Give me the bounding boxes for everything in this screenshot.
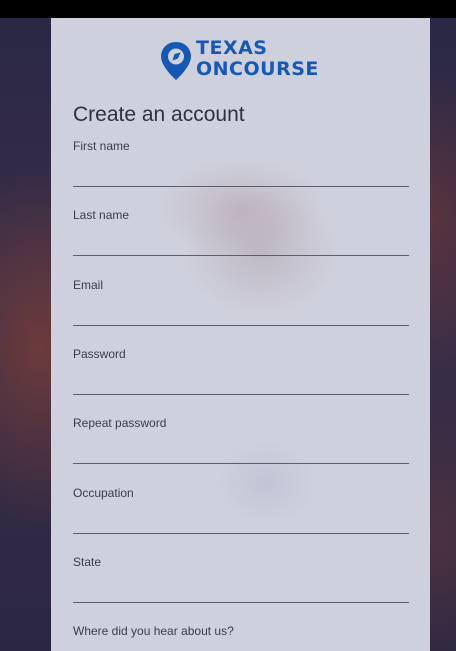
repeat-password-input[interactable] [73,434,409,464]
referral-source-field: Where did you hear about us? [73,624,409,651]
logo-line-1: TEXAS [196,37,268,59]
referral-source-input[interactable] [73,642,409,651]
password-label: Password [73,347,126,361]
location-pin-icon [161,42,191,80]
state-input[interactable] [73,573,409,603]
first-name-input[interactable] [73,157,409,187]
top-bar [0,0,456,18]
occupation-label: Occupation [73,486,134,500]
page-title: Create an account [73,103,245,126]
last-name-label: Last name [73,208,130,222]
logo-line-2: ONCOURSE [196,58,319,80]
referral-source-label: Where did you hear about us? [73,624,234,638]
email-field: Email [73,278,409,330]
repeat-password-field: Repeat password [73,416,409,468]
first-name-field: First name [73,139,409,191]
texas-oncourse-logo: TEXAS ONCOURSE [159,37,329,87]
password-field: Password [73,347,409,399]
occupation-input[interactable] [73,504,409,534]
email-input[interactable] [73,296,409,326]
state-field: State [73,555,409,607]
first-name-label: First name [73,139,130,153]
password-input[interactable] [73,365,409,395]
repeat-password-label: Repeat password [73,416,167,430]
state-label: State [73,555,102,569]
app-screen: TEXAS ONCOURSE Create an account First n… [0,0,456,651]
email-label: Email [73,278,104,292]
occupation-field: Occupation [73,486,409,538]
last-name-field: Last name [73,208,409,260]
last-name-input[interactable] [73,226,409,256]
signup-card: TEXAS ONCOURSE Create an account First n… [51,18,430,651]
